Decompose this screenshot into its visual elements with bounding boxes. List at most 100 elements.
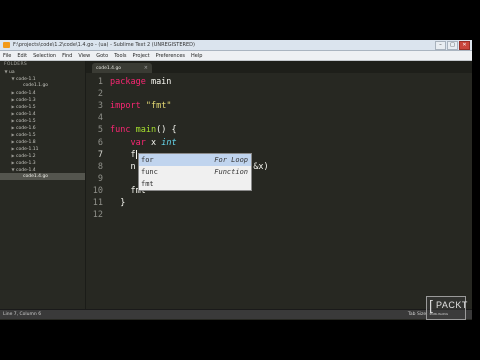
menu-project[interactable]: Project	[130, 53, 153, 59]
line-number: 11	[92, 198, 103, 208]
autocomplete-trigger: func	[141, 168, 158, 176]
sublime-app-icon	[3, 42, 10, 48]
maximize-button[interactable]: □	[447, 41, 458, 50]
close-button[interactable]: ✕	[459, 41, 470, 50]
code-token: import	[110, 101, 141, 112]
sidebar-item[interactable]: ▶code-1.5	[0, 103, 85, 110]
sidebar-item[interactable]: ▶code-1.5	[0, 117, 85, 124]
menu-help[interactable]: Help	[188, 53, 205, 59]
logo-bracket: [	[429, 297, 433, 313]
code-token: main	[145, 77, 172, 87]
tab-close-icon[interactable]: ×	[144, 65, 148, 71]
menu-tools[interactable]: Tools	[111, 53, 129, 59]
autocomplete-item[interactable]: for For Loop	[139, 154, 251, 166]
sidebar-item[interactable]: code1.1.go	[0, 82, 85, 89]
logo-text: PACKT	[436, 300, 468, 310]
sidebar-item[interactable]: ▶code-1.2	[0, 152, 85, 159]
autocomplete-trigger: fmt	[141, 180, 154, 188]
line-number: 3	[97, 101, 103, 112]
text-cursor	[135, 149, 137, 159]
menu-find[interactable]: Find	[59, 53, 75, 59]
sidebar-header: FOLDERS	[4, 62, 28, 67]
code-token: package	[110, 77, 146, 87]
code-token: () {	[156, 125, 177, 136]
sidebar-item[interactable]: ▼code-1.4	[0, 166, 85, 173]
code-editor[interactable]: 1 package main 2 3 import "fmt" 4 5 func main()…	[86, 73, 472, 309]
tab-label: code1.4.go	[96, 65, 122, 71]
sidebar-item[interactable]: ▼code-1.1	[0, 75, 85, 82]
autocomplete-item[interactable]: func Function	[139, 166, 251, 178]
line-number: 2	[97, 89, 103, 100]
code-line: 3 import "fmt"	[86, 101, 472, 112]
menu-file[interactable]: File	[0, 53, 14, 59]
code-text: }	[110, 198, 125, 209]
code-line: 2	[86, 89, 472, 100]
sidebar-item[interactable]: ▶code-1.3	[0, 159, 85, 166]
sidebar-item[interactable]: ▶code-1.8	[0, 138, 85, 145]
code-token: n	[110, 161, 136, 172]
sidebar-item[interactable]: ▶code-1.3	[0, 96, 85, 103]
line-number: 1	[97, 77, 103, 87]
sidebar-item[interactable]: ▶code-1.4	[0, 110, 85, 117]
menu-edit[interactable]: Edit	[14, 53, 30, 59]
sidebar-item[interactable]: ▶code-1.6	[0, 124, 85, 131]
menu-goto[interactable]: Goto	[93, 53, 111, 59]
window-title: F:\projects\code\1.2\code\1.4.go - (ua) …	[13, 42, 195, 48]
code-token: "fmt"	[145, 101, 172, 112]
code-token: f	[110, 185, 136, 196]
tab-bar: code1.4.go ×	[86, 61, 472, 73]
logo-subtext: PUBLISHING	[430, 312, 449, 316]
menu-selection[interactable]: Selection	[30, 53, 59, 59]
line-number: 12	[92, 210, 103, 221]
line-number: 9	[97, 173, 103, 184]
tab-code1-4-go[interactable]: code1.4.go ×	[92, 63, 152, 73]
line-number: 5	[97, 125, 103, 136]
code-text: import "fmt"	[110, 101, 171, 112]
autocomplete-item[interactable]: fmt	[139, 178, 251, 190]
sidebar-item[interactable]: ▶code-1.5	[0, 131, 85, 138]
code-text: f	[110, 149, 137, 161]
cursor-position: Line 7, Column 6	[3, 312, 42, 317]
code-line: 1 package main	[86, 77, 472, 88]
code-text: func main() {	[110, 125, 177, 136]
code-line: 5 func main() {	[86, 125, 472, 136]
code-line: 12	[86, 210, 472, 221]
folder-sidebar: FOLDERS ▼ua ▼code-1.1 code1.1.go ▶code-1.4 ▶…	[0, 61, 86, 309]
code-line: 11 }	[86, 198, 472, 209]
window-controls: – □ ✕	[435, 41, 470, 50]
code-text: package main	[110, 77, 171, 88]
sidebar-item-label: code1.4.go	[23, 174, 49, 179]
code-token: var	[130, 137, 146, 148]
menu-bar: File Edit Selection Find View Goto Tools…	[0, 51, 472, 61]
status-bar: Line 7, Column 6 Tab Size: 4	[0, 309, 472, 319]
code-token: }	[110, 198, 126, 208]
line-number: 8	[97, 161, 103, 172]
code-token: int	[161, 137, 177, 148]
code-text: var x int	[110, 137, 177, 149]
sidebar-tree: ▼ua ▼code-1.1 code1.1.go ▶code-1.4 ▶code-1.3…	[0, 68, 85, 180]
line-number: 6	[97, 137, 103, 148]
sidebar-item[interactable]: ▼ua	[0, 68, 85, 75]
line-number: 10	[92, 185, 103, 196]
autocomplete-hint: For Loop	[214, 156, 248, 164]
packt-logo: [ PACKT PUBLISHING	[426, 296, 468, 320]
line-number: 4	[97, 113, 103, 124]
title-bar: F:\projects\code\1.2\code\1.4.go - (ua) …	[0, 40, 472, 51]
sidebar-item[interactable]: code1.4.go	[0, 173, 85, 180]
menu-view[interactable]: View	[75, 53, 93, 59]
autocomplete-hint: Function	[214, 168, 248, 176]
sidebar-item[interactable]: ▶code-1.11	[0, 145, 85, 152]
menu-preferences[interactable]: Preferences	[153, 53, 188, 59]
code-line: 4	[86, 113, 472, 124]
code-token: f	[110, 149, 136, 160]
autocomplete-popup: for For Loop func Function fmt	[138, 153, 252, 191]
line-number: 7	[97, 149, 103, 160]
code-token: x	[145, 137, 162, 148]
code-token: func	[110, 125, 131, 136]
code-token: main	[135, 125, 157, 136]
autocomplete-trigger: for	[141, 156, 154, 164]
sidebar-item[interactable]: ▶code-1.4	[0, 89, 85, 96]
minimize-button[interactable]: –	[435, 41, 446, 50]
sidebar-item-label: code1.1.go	[23, 83, 49, 88]
